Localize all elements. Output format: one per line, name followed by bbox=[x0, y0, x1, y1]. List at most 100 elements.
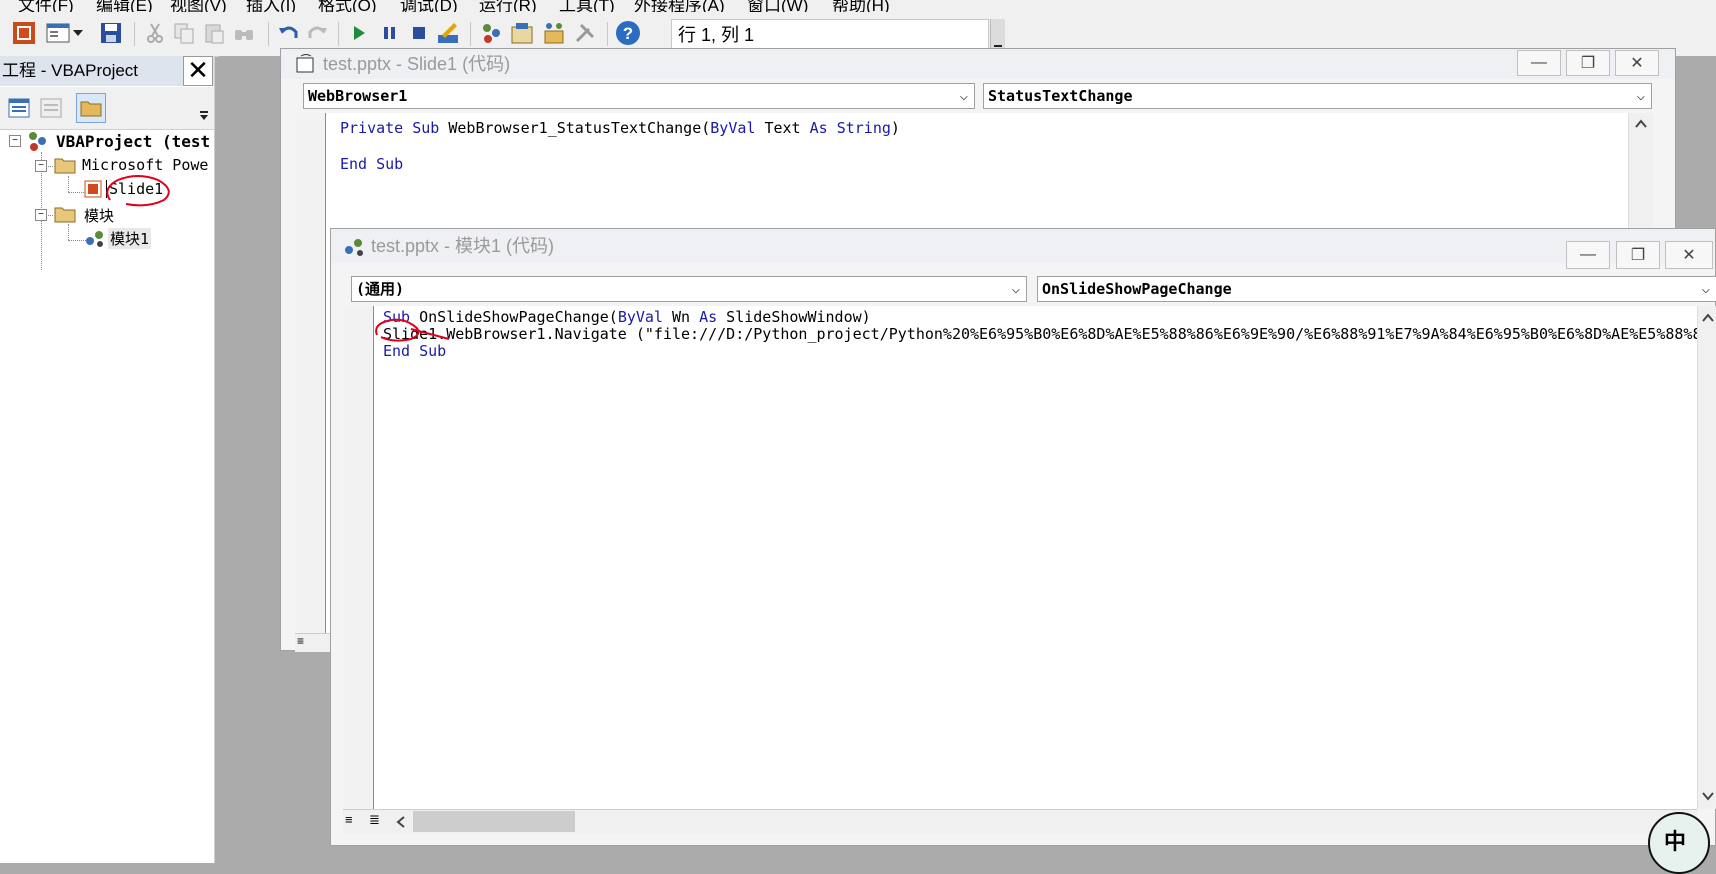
module-icon bbox=[84, 228, 106, 251]
run-icon[interactable] bbox=[345, 19, 373, 47]
procedure-view-icon[interactable]: ≡ bbox=[297, 634, 304, 648]
menu-debug[interactable]: 调试(D) bbox=[400, 0, 458, 12]
code-token: Private Sub bbox=[340, 119, 449, 137]
tree-collapse-toggle[interactable]: − bbox=[35, 160, 47, 172]
panel-toolbar-overflow-icon[interactable] bbox=[196, 93, 212, 123]
view-object-icon[interactable] bbox=[36, 93, 66, 123]
powerpoint-icon[interactable] bbox=[10, 19, 38, 47]
margin-indicator-bar[interactable] bbox=[295, 113, 326, 633]
code-token: Wn bbox=[662, 308, 700, 326]
procedure-dropdown-value: OnSlideShowPageChange bbox=[1042, 280, 1232, 298]
design-mode-icon[interactable] bbox=[434, 19, 462, 47]
window-title-bar[interactable]: test.pptx - 模块1 (代码) bbox=[331, 229, 1715, 263]
reset-icon[interactable] bbox=[405, 19, 433, 47]
redo-icon[interactable] bbox=[303, 19, 331, 47]
procedure-dropdown-value: StatusTextChange bbox=[988, 87, 1133, 105]
undo-icon[interactable] bbox=[275, 19, 303, 47]
menu-view[interactable]: 视图(V) bbox=[170, 0, 227, 12]
properties-icon[interactable] bbox=[508, 19, 536, 47]
module-icon bbox=[343, 235, 367, 269]
code-token: SlideShowWindow) bbox=[717, 308, 871, 326]
save-icon[interactable] bbox=[97, 19, 125, 47]
menu-help[interactable]: 帮助(H) bbox=[832, 0, 890, 12]
minimize-button[interactable]: — bbox=[1517, 50, 1561, 76]
help-icon[interactable]: ? bbox=[614, 19, 642, 47]
chevron-left-icon[interactable] bbox=[395, 815, 407, 829]
chevron-down-icon: ⌵ bbox=[1636, 88, 1645, 104]
code-token: ByVal bbox=[710, 119, 756, 137]
window-title: test.pptx - 模块1 (代码) bbox=[371, 236, 555, 256]
restore-button[interactable]: ❐ bbox=[1566, 50, 1610, 76]
copy-icon[interactable] bbox=[170, 19, 198, 47]
menu-edit[interactable]: 编辑(E) bbox=[96, 0, 153, 12]
procedure-view-icon[interactable]: ≡ bbox=[345, 812, 353, 827]
horizontal-scrollbar[interactable]: ≡ ≣ bbox=[343, 809, 1697, 834]
menu-insert[interactable]: 插入(I) bbox=[246, 0, 296, 12]
chevron-down-icon: ⌵ bbox=[1701, 281, 1710, 297]
menu-run[interactable]: 运行(R) bbox=[479, 0, 537, 12]
chevron-down-icon: ⌵ bbox=[1011, 281, 1020, 297]
code-editor[interactable]: Sub OnSlideShowPageChange(ByVal Wn As Sl… bbox=[374, 306, 1707, 809]
cursor-position-status: 行 1, 列 1 bbox=[671, 19, 989, 49]
code-token: End Sub bbox=[340, 155, 404, 173]
menu-addins[interactable]: 外接程序(A) bbox=[634, 0, 725, 12]
red-circle-annotation bbox=[375, 318, 450, 342]
dropdown-arrow-icon[interactable] bbox=[70, 19, 86, 47]
toolbox-icon[interactable] bbox=[571, 19, 599, 47]
red-circle-annotation bbox=[106, 175, 170, 207]
code-token: ) bbox=[890, 119, 900, 137]
window-title: test.pptx - Slide1 (代码) bbox=[323, 54, 511, 74]
margin-indicator-bar[interactable] bbox=[343, 306, 374, 809]
project-explorer-toolbar bbox=[0, 87, 214, 130]
full-module-view-icon[interactable]: ≣ bbox=[369, 812, 380, 828]
menu-format[interactable]: 格式(O) bbox=[318, 0, 377, 12]
code-window-icon bbox=[295, 53, 317, 84]
menu-file[interactable]: 文件(F) bbox=[18, 0, 74, 12]
toggle-folders-icon[interactable] bbox=[76, 93, 106, 123]
userform-icon[interactable] bbox=[44, 19, 72, 47]
ime-label: 中 bbox=[1664, 829, 1687, 854]
code-token: WebBrowser1_StatusTextChange( bbox=[448, 119, 711, 137]
view-buttons: ≡ bbox=[295, 633, 335, 652]
view-code-icon[interactable] bbox=[4, 93, 34, 123]
code-token: ByVal bbox=[617, 308, 663, 326]
project-explorer-title: 工程 - VBAProject bbox=[0, 56, 214, 86]
vbaproject-icon bbox=[26, 130, 50, 155]
menu-bar: 文件(F) 编辑(E) 视图(V) 插入(I) 格式(O) 调试(D) 运行(R… bbox=[0, 0, 1716, 12]
menu-window[interactable]: 窗口(W) bbox=[747, 0, 808, 12]
restore-button[interactable]: ❐ bbox=[1616, 241, 1660, 269]
svg-text:?: ? bbox=[623, 24, 633, 43]
procedure-dropdown[interactable]: StatusTextChange ⌵ bbox=[983, 83, 1652, 109]
procedure-dropdown[interactable]: OnSlideShowPageChange ⌵ bbox=[1037, 276, 1716, 302]
chevron-down-icon: ⌵ bbox=[959, 88, 968, 104]
tree-item-vbaproject[interactable]: VBAProject (test bbox=[56, 132, 210, 151]
close-button[interactable]: ✕ bbox=[1665, 241, 1713, 269]
code-window-module1: test.pptx - 模块1 (代码) — ❐ ✕ (通用) ⌵ OnSlide… bbox=[330, 228, 1716, 846]
object-dropdown-value: WebBrowser1 bbox=[308, 87, 408, 105]
close-icon[interactable]: ✕ bbox=[183, 56, 213, 86]
tree-item-module1[interactable]: 模块1 bbox=[108, 228, 152, 249]
code-token: Slide1.WebBrowser1.Navigate ("file:///D:… bbox=[383, 325, 1707, 343]
paste-icon[interactable] bbox=[200, 19, 228, 47]
project-explorer-icon[interactable] bbox=[478, 19, 506, 47]
find-icon[interactable] bbox=[230, 19, 258, 47]
code-token: As bbox=[699, 308, 718, 326]
object-browser-icon[interactable] bbox=[540, 19, 568, 47]
close-button[interactable]: ✕ bbox=[1615, 50, 1659, 76]
minimize-button[interactable]: — bbox=[1566, 241, 1610, 269]
folder-icon bbox=[54, 205, 76, 226]
menu-tools[interactable]: 工具(T) bbox=[559, 0, 615, 12]
cut-icon[interactable] bbox=[141, 19, 169, 47]
tree-collapse-toggle[interactable]: − bbox=[9, 135, 21, 147]
vertical-scrollbar[interactable] bbox=[1697, 306, 1716, 809]
tree-collapse-toggle[interactable]: − bbox=[35, 209, 47, 221]
object-dropdown[interactable]: WebBrowser1 ⌵ bbox=[303, 83, 975, 109]
folder-icon bbox=[54, 156, 76, 177]
ime-indicator[interactable]: 中 bbox=[1648, 812, 1710, 874]
code-token: As String bbox=[809, 119, 891, 137]
window-title-bar[interactable]: test.pptx - Slide1 (代码) bbox=[281, 49, 1675, 79]
tree-item-modules[interactable]: 模块 bbox=[84, 205, 114, 226]
break-icon[interactable] bbox=[375, 19, 403, 47]
code-token: Text bbox=[755, 119, 810, 137]
scrollbar-thumb[interactable] bbox=[413, 811, 575, 832]
